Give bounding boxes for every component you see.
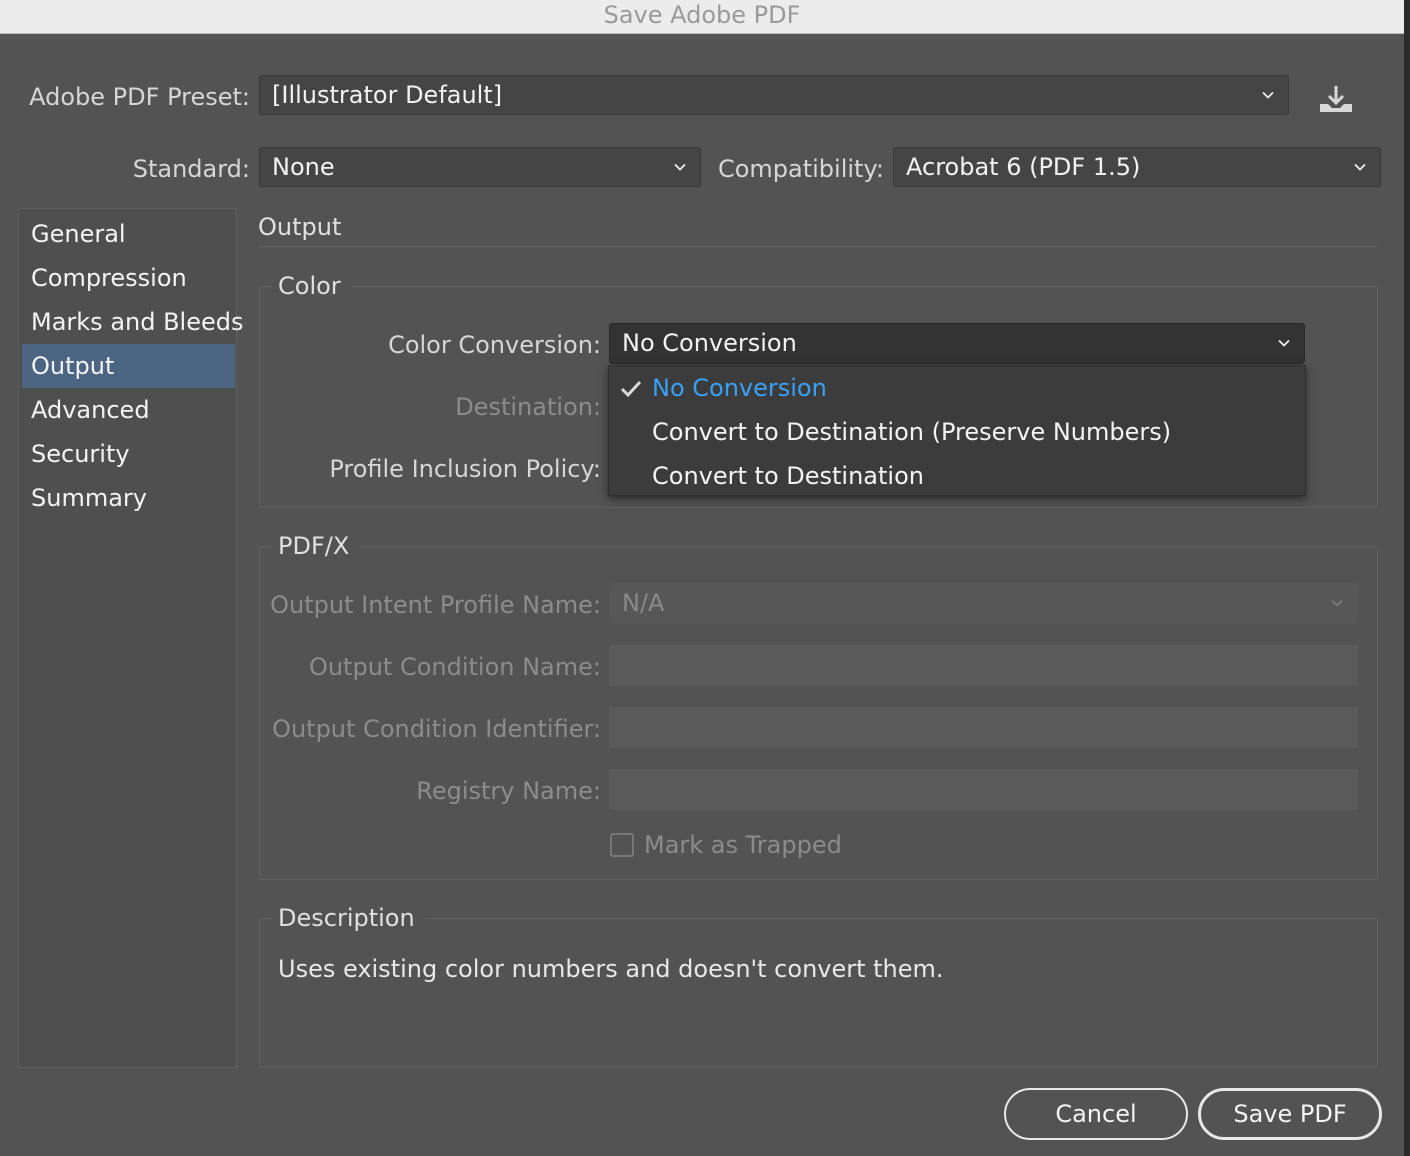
chevron-down-icon (1262, 91, 1274, 99)
registry-name-field[interactable] (609, 769, 1358, 810)
description-group (259, 918, 1378, 1068)
profile-inclusion-label: Profile Inclusion Policy: (329, 455, 601, 483)
output-condition-name-field[interactable] (609, 645, 1358, 686)
standard-label: Standard: (132, 155, 250, 183)
window-title: Save Adobe PDF (0, 0, 1404, 34)
preset-dropdown[interactable]: [Illustrator Default] (259, 75, 1289, 115)
panel-divider (258, 246, 1378, 247)
panel-title: Output (258, 213, 342, 241)
cancel-button[interactable]: Cancel (1004, 1088, 1188, 1140)
menu-item-convert-to-destination[interactable]: Convert to Destination (652, 461, 924, 491)
sidebar-item-summary[interactable]: Summary (22, 476, 235, 520)
mark-as-trapped-checkbox[interactable] (610, 833, 634, 857)
destination-label: Destination: (455, 393, 601, 421)
sidebar-item-general[interactable]: General (22, 212, 235, 256)
output-condition-id-label: Output Condition Identifier: (272, 715, 601, 743)
sidebar-item-security[interactable]: Security (22, 432, 235, 476)
pdfx-group-title: PDF/X (272, 531, 360, 561)
output-intent-label: Output Intent Profile Name: (270, 591, 601, 619)
chevron-down-icon (1354, 163, 1366, 171)
mark-as-trapped-label: Mark as Trapped (644, 831, 842, 859)
standard-dropdown[interactable]: None (259, 147, 701, 187)
compatibility-value: Acrobat 6 (PDF 1.5) (906, 153, 1141, 181)
description-group-title: Description (272, 903, 425, 933)
color-group-title: Color (272, 271, 351, 301)
compatibility-label: Compatibility: (717, 155, 884, 183)
output-intent-dropdown[interactable]: N/A (609, 583, 1358, 624)
sidebar: General Compression Marks and Bleeds Out… (18, 208, 244, 1068)
output-condition-id-field[interactable] (609, 707, 1358, 748)
save-pdf-button[interactable]: Save PDF (1198, 1088, 1382, 1140)
chevron-down-icon (1331, 599, 1343, 607)
sidebar-item-advanced[interactable]: Advanced (22, 388, 235, 432)
sidebar-item-compression[interactable]: Compression (22, 256, 235, 300)
preset-label: Adobe PDF Preset: (29, 83, 250, 111)
save-preset-icon[interactable] (1316, 80, 1356, 120)
registry-name-label: Registry Name: (416, 777, 601, 805)
chevron-down-icon (1278, 339, 1290, 347)
color-conversion-dropdown[interactable]: No Conversion (609, 323, 1305, 364)
menu-item-no-conversion[interactable]: No Conversion (652, 373, 827, 403)
description-text: Uses existing color numbers and doesn't … (278, 955, 944, 983)
checkmark-icon (620, 380, 642, 398)
sidebar-item-marks-and-bleeds[interactable]: Marks and Bleeds (22, 300, 244, 344)
color-conversion-value: No Conversion (622, 329, 797, 357)
sidebar-item-output[interactable]: Output (22, 344, 235, 388)
color-conversion-menu: No Conversion Convert to Destination (Pr… (608, 365, 1306, 496)
menu-item-convert-preserve-numbers[interactable]: Convert to Destination (Preserve Numbers… (652, 417, 1171, 447)
color-conversion-label: Color Conversion: (388, 331, 601, 359)
compatibility-dropdown[interactable]: Acrobat 6 (PDF 1.5) (893, 147, 1381, 187)
chevron-down-icon (674, 163, 686, 171)
output-condition-name-label: Output Condition Name: (308, 653, 601, 681)
output-intent-value: N/A (622, 589, 665, 617)
standard-value: None (272, 153, 335, 181)
preset-value: [Illustrator Default] (272, 81, 503, 109)
window-edge (1404, 0, 1410, 1156)
